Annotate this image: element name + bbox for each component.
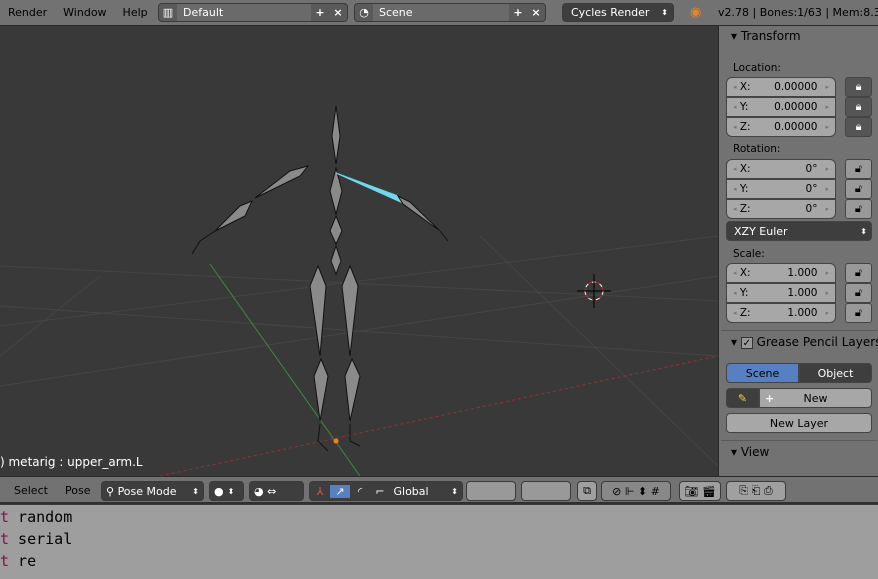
properties-panel: ▾ Transform Location: ◂ X: 0.00000 ▸ ◂ Y: 0… (718, 26, 878, 476)
lock-open-icon[interactable]: 🔓︎ (845, 263, 872, 283)
grease-pencil-header[interactable]: ▾ ✓ Grease Pencil Layers (731, 335, 878, 349)
rotation-label: Rotation: (733, 143, 781, 155)
render-engine-label: Cycles Render (571, 6, 650, 19)
rotation-z-field[interactable]: ◂ Z: 0° ▸ (726, 199, 836, 219)
shading-dropdown[interactable]: ● ⬍ (209, 481, 244, 501)
new-button[interactable]: + New (759, 388, 872, 408)
text-editor[interactable]: t random t serial t re (0, 505, 878, 579)
viewport-scene (0, 105, 718, 476)
render-icons[interactable]: 📷︎ 🎬︎ (679, 481, 721, 501)
orientation-dropdown: Global (393, 484, 429, 498)
layers-grid-2[interactable] (521, 481, 571, 501)
rotation-x-field[interactable]: ◂ X: 0° ▸ (726, 159, 836, 179)
lock-closed-icon[interactable]: 🔒︎ (845, 77, 872, 97)
rotation-mode-dropdown[interactable]: XZY Euler ⬍ (726, 221, 872, 241)
snap-group[interactable]: ⊘ ⊩ ⬍ # (601, 481, 671, 501)
tab-scene[interactable]: Scene (726, 363, 799, 383)
divider (721, 330, 877, 331)
blender-logo-icon: ◉ (690, 5, 702, 20)
grease-pencil-title: Grease Pencil Layers (756, 335, 878, 349)
add-icon[interactable]: + (311, 4, 329, 21)
scale-icon: ⌐ (375, 484, 385, 498)
location-label: Location: (733, 62, 781, 74)
code-line: t re (0, 552, 37, 570)
rotation-y-field[interactable]: ◂ Y: 0° ▸ (726, 179, 836, 199)
selected-bone-upper-arm-l (335, 172, 441, 232)
mode-dropdown[interactable]: ⚲ Pose Mode ⬍ (101, 481, 204, 501)
lock-closed-icon[interactable]: 🔒︎ (845, 97, 872, 117)
origin-dot (333, 438, 339, 444)
grease-pencil-checkbox[interactable]: ✓ (740, 337, 753, 349)
menu-help[interactable]: Help (115, 6, 156, 19)
location-x-field[interactable]: ◂ X: 0.00000 ▸ (726, 77, 836, 97)
translate-icon: ↗ (330, 484, 350, 498)
menu-render[interactable]: Render (0, 6, 55, 19)
new-layer-button[interactable]: New Layer (726, 413, 872, 433)
transform-header[interactable]: ▾ Transform (731, 29, 801, 43)
view-title: View (740, 445, 770, 459)
add-icon: + (765, 391, 775, 405)
manipulator-group[interactable]: ⅄ ↗ ◜ ⌐ Global ⬍ (309, 481, 463, 501)
floor-grid (0, 235, 718, 467)
3d-viewport[interactable]: ) metarig : upper_arm.L (0, 26, 718, 476)
close-icon[interactable]: × (527, 4, 545, 21)
lock-open-icon[interactable]: 🔓︎ (845, 303, 872, 323)
scale-y-field[interactable]: ◂ Y: 1.000 ▸ (726, 283, 836, 303)
pose-copy-paste-icons[interactable]: ⎘ ⎗ ⎙ (726, 481, 786, 501)
location-y-field[interactable]: ◂ Y: 0.00000 ▸ (726, 97, 836, 117)
location-z-field[interactable]: ◂ Z: 0.00000 ▸ (726, 117, 836, 137)
pencil-icon[interactable]: ✎ (726, 388, 759, 408)
menu-select[interactable]: Select (14, 484, 48, 497)
armature[interactable] (191, 105, 449, 452)
menu-pose[interactable]: Pose (65, 484, 90, 497)
3d-cursor-icon[interactable] (577, 274, 611, 308)
scale-x-field[interactable]: ◂ X: 1.000 ▸ (726, 263, 836, 283)
add-icon[interactable]: + (509, 4, 527, 21)
close-icon[interactable]: × (329, 4, 347, 21)
active-object-label: ) metarig : upper_arm.L (0, 455, 143, 469)
viewport-header: Select Pose ⚲ Pose Mode ⬍ ● ⬍ ◕ ⇔ ⅄ ↗ ◜ ⌐ Glo… (0, 476, 878, 504)
y-axis-line (209, 263, 361, 476)
lock-layers-icon[interactable]: ⧉ (577, 481, 597, 501)
render-engine-dropdown[interactable]: Cycles Render ⬍ (562, 3, 674, 22)
scale-label: Scale: (733, 248, 765, 260)
divider (721, 440, 877, 441)
scale-z-field[interactable]: ◂ Z: 1.000 ▸ (726, 303, 836, 323)
view-header[interactable]: ▾ View (731, 445, 769, 459)
lock-closed-icon[interactable]: 🔒︎ (845, 117, 872, 137)
scene-icon: ◔ (359, 6, 369, 19)
scene-name-input[interactable]: Scene (373, 4, 509, 21)
menu-window[interactable]: Window (55, 6, 114, 19)
top-header: Render Window Help ▥ Default + × ◔ Scene … (0, 0, 878, 26)
info-stats: v2.78 | Bones:1/63 | Mem:8.32 (718, 6, 878, 19)
layout-selector[interactable]: ▥ Default + × (158, 3, 348, 22)
pose-mode-icon: ⚲ (106, 484, 115, 498)
lock-open-icon[interactable]: 🔓︎ (845, 199, 872, 219)
lock-open-icon[interactable]: 🔓︎ (845, 283, 872, 303)
layers-grid-1[interactable] (466, 481, 516, 501)
manipulator-icon: ⅄ (316, 484, 324, 498)
rotate-icon: ◜ (357, 484, 363, 498)
lock-open-icon[interactable]: 🔓︎ (845, 179, 872, 199)
lock-open-icon[interactable]: 🔓︎ (845, 159, 872, 179)
code-line: t random (0, 508, 73, 526)
pivot-dropdown[interactable]: ◕ ⇔ (249, 481, 304, 501)
x-axis-line (159, 355, 718, 476)
tab-object[interactable]: Object (799, 363, 872, 383)
transform-title: Transform (740, 29, 801, 43)
scene-selector[interactable]: ◔ Scene + × (354, 3, 546, 22)
layout-icon: ▥ (162, 6, 174, 19)
layout-name-input[interactable]: Default (177, 4, 311, 21)
code-line: t serial (0, 530, 73, 548)
